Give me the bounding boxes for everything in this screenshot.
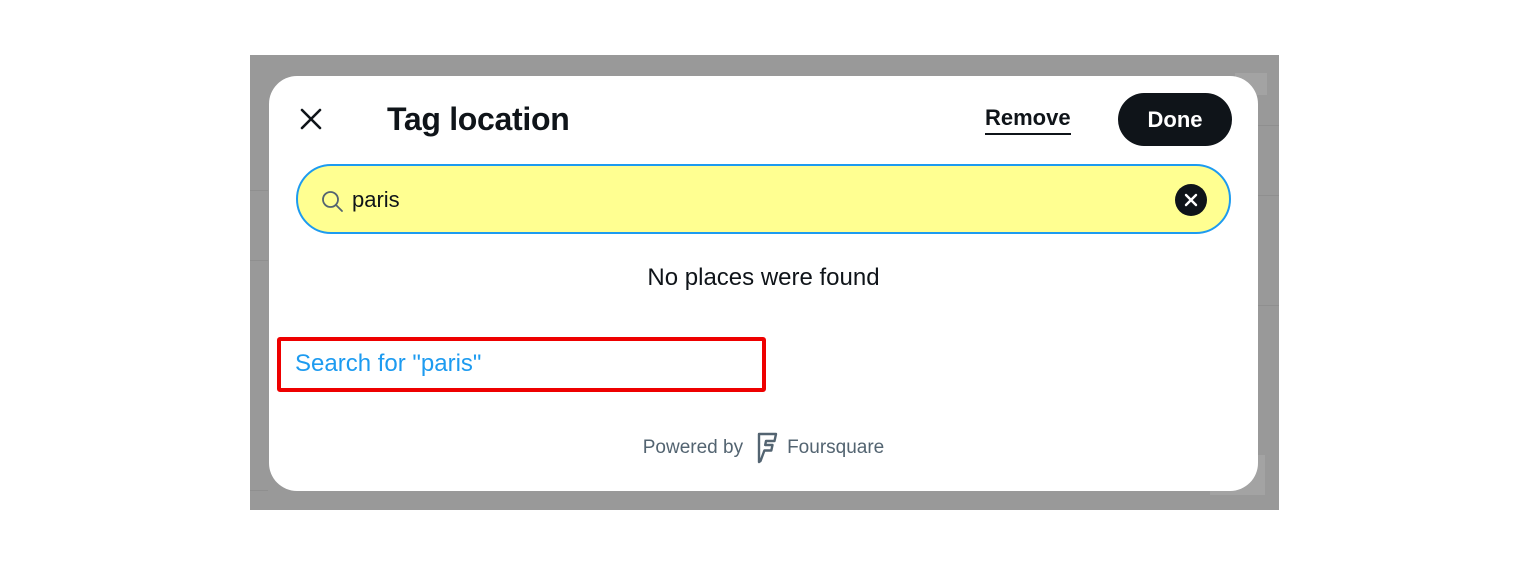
tag-location-dialog: Tag location Remove Done No places were … [269, 76, 1258, 491]
search-input[interactable] [352, 180, 1152, 220]
powered-by-label: Powered by [642, 437, 744, 458]
search-icon [322, 191, 343, 212]
no-results-message: No places were found [647, 264, 880, 291]
background-divider [1258, 305, 1279, 306]
background-divider [250, 490, 268, 491]
background-divider [250, 260, 268, 261]
close-button[interactable] [291, 99, 331, 139]
done-button[interactable]: Done [1118, 93, 1232, 146]
location-search-box[interactable] [296, 164, 1231, 234]
dialog-title: Tag location [387, 101, 570, 137]
foursquare-logo-icon [755, 432, 779, 464]
background-divider [250, 190, 268, 191]
clear-icon [1184, 193, 1198, 207]
background-divider [1258, 125, 1279, 126]
background-divider [1258, 195, 1279, 196]
search-for-query-link[interactable]: Search for "paris" [295, 348, 481, 380]
powered-by-footer: Powered by Foursquare [269, 432, 1258, 464]
provider-name: Foursquare [787, 437, 885, 458]
remove-button[interactable]: Remove [985, 104, 1071, 135]
close-icon [300, 108, 322, 130]
clear-search-button[interactable] [1175, 184, 1207, 216]
